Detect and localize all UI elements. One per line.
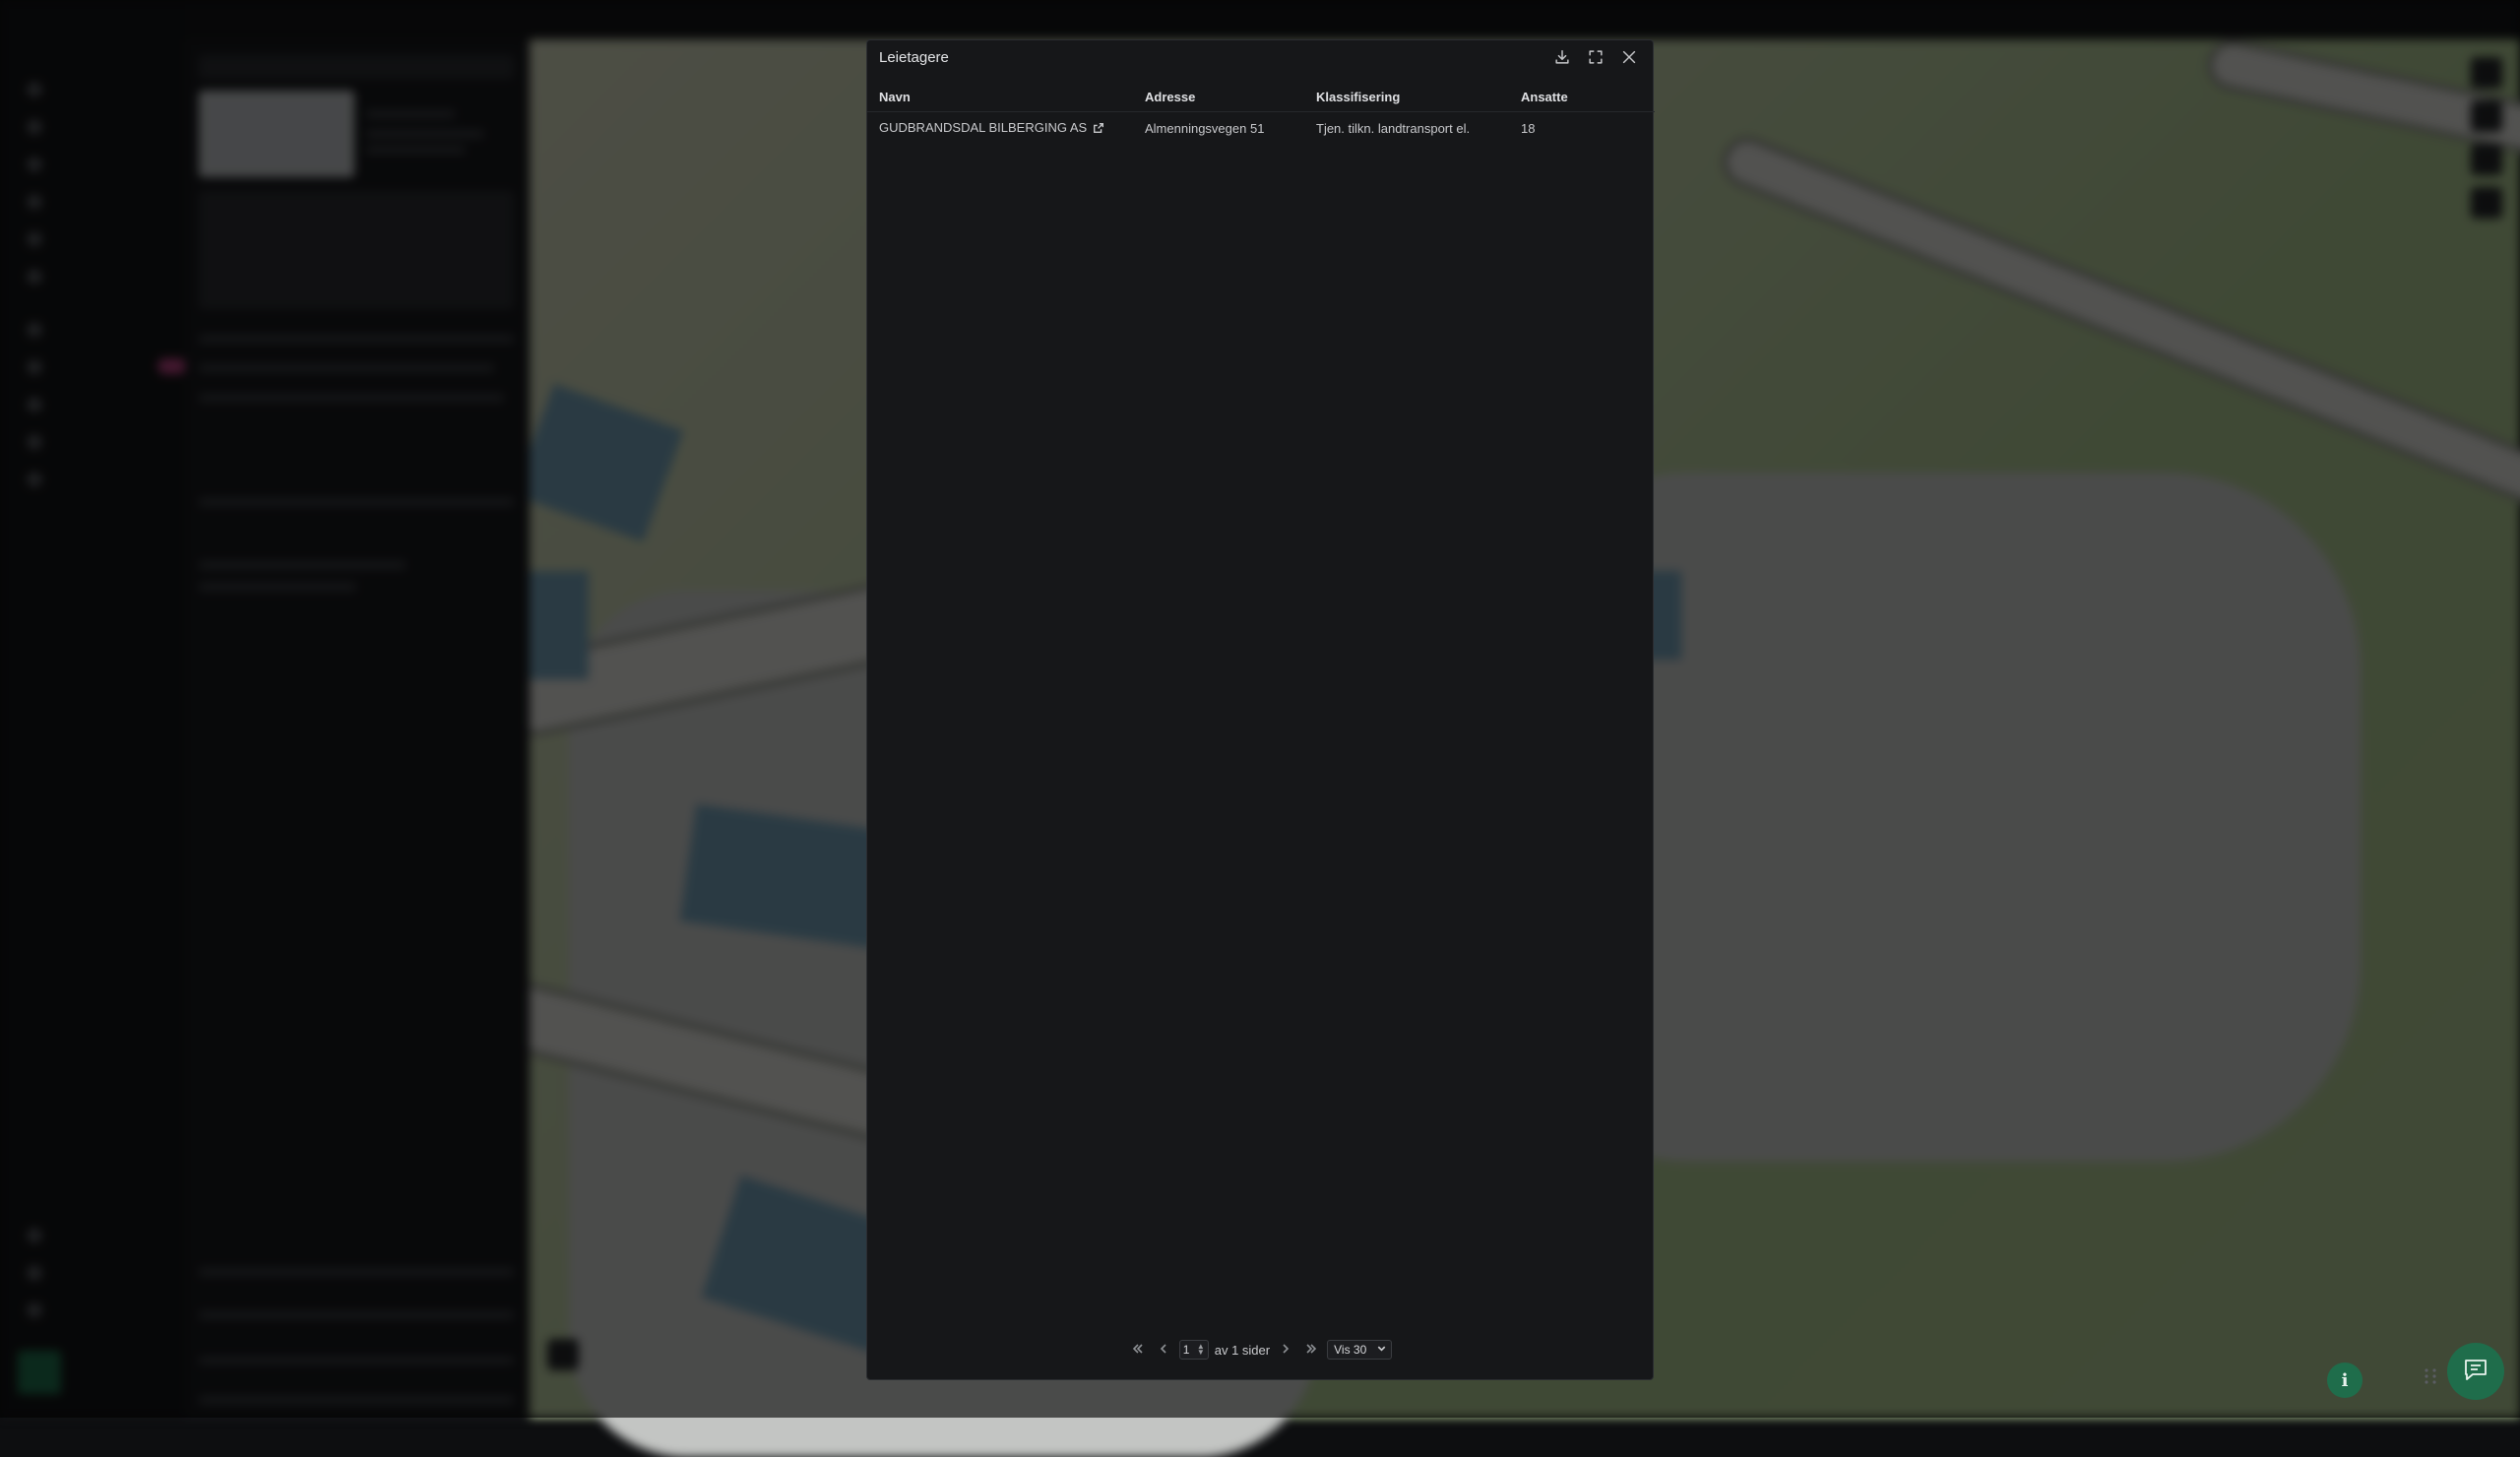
- prev-page-button[interactable]: [1154, 1340, 1173, 1360]
- page-count-label: av 1 sider: [1214, 1342, 1271, 1358]
- info-button[interactable]: i: [2327, 1362, 2362, 1398]
- close-icon: [1620, 48, 1638, 71]
- page-number-input[interactable]: 1 ▲ ▼: [1178, 1340, 1209, 1360]
- page-size-value: Vis 30: [1334, 1343, 1367, 1357]
- column-header-navn[interactable]: Navn: [867, 82, 1133, 112]
- modal-title: Leietagere: [879, 49, 949, 66]
- table-header-row: Navn Adresse Klassifisering Ansatte: [867, 82, 1655, 112]
- info-icon: i: [2341, 1369, 2349, 1391]
- cell-klassifisering: Tjen. tilkn. landtransport el.: [1316, 120, 1471, 136]
- column-header-klassifisering[interactable]: Klassifisering: [1304, 82, 1509, 112]
- chat-icon: [2461, 1355, 2490, 1389]
- expand-icon: [1587, 48, 1605, 71]
- tenant-name-link[interactable]: GUDBRANDSDAL BILBERGING AS: [879, 120, 1087, 135]
- chevron-left-icon: [1157, 1342, 1170, 1359]
- page-size-select[interactable]: Vis 30: [1327, 1340, 1393, 1360]
- next-page-button[interactable]: [1276, 1340, 1295, 1360]
- chevron-right-icon: [1279, 1342, 1292, 1359]
- tenants-table: Navn Adresse Klassifisering Ansatte GUDB…: [867, 82, 1655, 144]
- last-page-button[interactable]: [1301, 1340, 1321, 1360]
- table-row: GUDBRANDSDAL BILBERGING AS Almenningsveg…: [867, 112, 1655, 145]
- pagination: 1 ▲ ▼ av 1 sider Vis 30: [867, 1338, 1653, 1362]
- cell-navn: GUDBRANDSDAL BILBERGING AS: [867, 112, 1133, 145]
- download-button[interactable]: [1548, 46, 1576, 72]
- column-header-ansatte[interactable]: Ansatte: [1509, 82, 1655, 112]
- tenants-modal: Leietagere Navn Adresse Klassifisering A…: [866, 39, 1655, 1380]
- double-chevron-left-icon: [1131, 1342, 1145, 1359]
- cell-adresse: Almenningsvegen 51: [1145, 120, 1265, 136]
- drag-handle-icon[interactable]: [2424, 1366, 2437, 1386]
- fullscreen-button[interactable]: [1582, 46, 1609, 72]
- first-page-button[interactable]: [1128, 1340, 1148, 1360]
- double-chevron-right-icon: [1304, 1342, 1318, 1359]
- chat-button[interactable]: [2447, 1343, 2504, 1400]
- cell-ansatte: 18: [1521, 120, 1536, 136]
- external-link-icon[interactable]: [1093, 122, 1104, 137]
- spinner-arrows-icon[interactable]: ▲ ▼: [1197, 1343, 1205, 1357]
- close-button[interactable]: [1615, 46, 1643, 72]
- page-number-value: 1: [1182, 1343, 1190, 1357]
- modal-actions: [1548, 46, 1643, 72]
- chevron-down-icon: [1376, 1343, 1387, 1357]
- column-header-adresse[interactable]: Adresse: [1133, 82, 1304, 112]
- download-icon: [1553, 48, 1571, 71]
